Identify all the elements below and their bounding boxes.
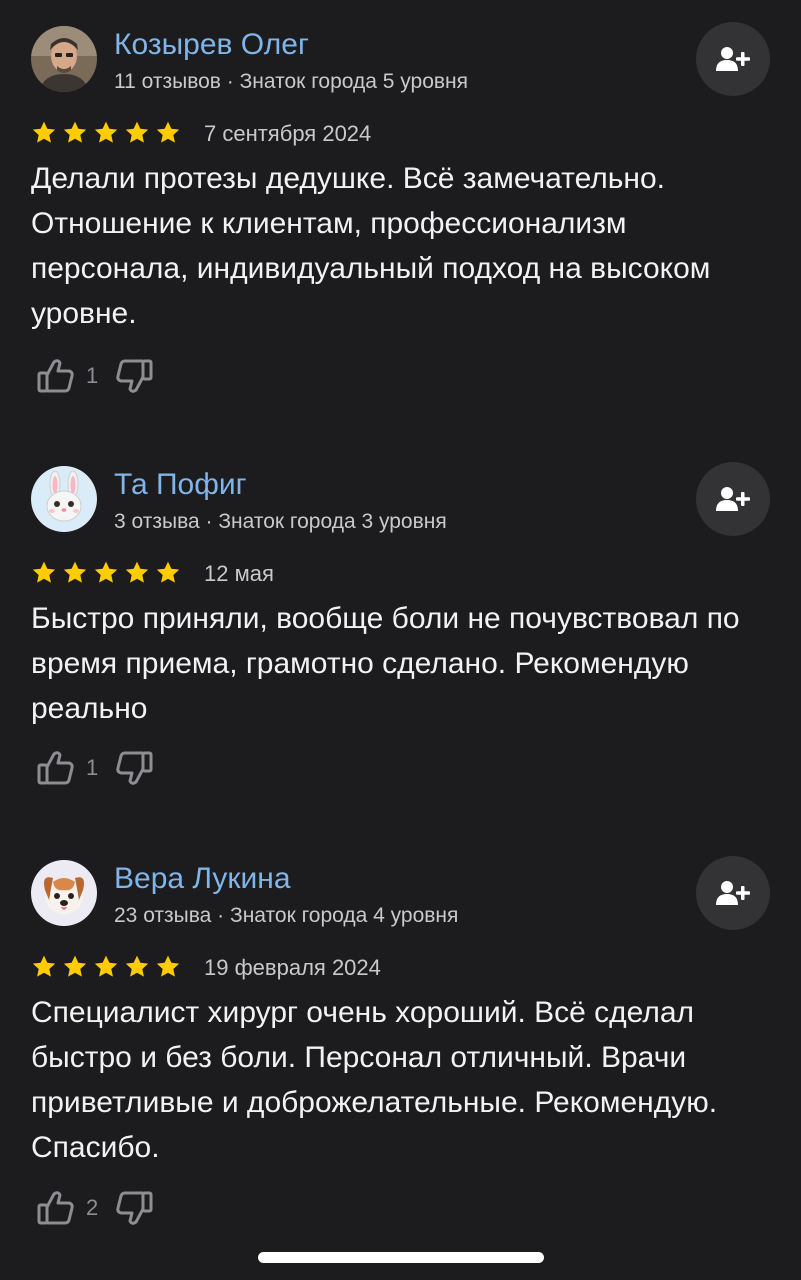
review-text: Делали протезы дедушке. Всё замечательно… — [31, 162, 711, 330]
thumbs-up-icon — [37, 1191, 74, 1225]
like-button[interactable] — [34, 354, 78, 398]
star-icon — [32, 955, 56, 977]
avatar[interactable] — [31, 26, 97, 92]
review-date: 19 февраля 2024 — [204, 955, 381, 980]
star-icon — [156, 121, 180, 143]
subscribe-button[interactable] — [696, 462, 770, 536]
subscribe-button[interactable] — [696, 856, 770, 930]
like-button[interactable] — [34, 746, 78, 790]
thumbs-up-icon — [37, 751, 74, 785]
review-date: 7 сентября 2024 — [204, 121, 372, 146]
star-icon — [94, 121, 118, 143]
review-actions: 2 — [34, 1186, 156, 1230]
home-indicator[interactable] — [258, 1252, 544, 1263]
add-user-icon — [716, 47, 750, 71]
like-count: 2 — [86, 1195, 99, 1220]
star-icon — [63, 561, 87, 583]
avatar[interactable] — [31, 466, 97, 532]
star-icon — [94, 955, 118, 977]
star-icon — [156, 955, 180, 977]
thumbs-down-icon — [116, 359, 153, 393]
author-meta: 11 отзывов · Знаток города 5 уровня — [114, 70, 468, 93]
subscribe-button[interactable] — [696, 22, 770, 96]
like-count: 1 — [86, 755, 99, 780]
author-meta: 23 отзыва · Знаток города 4 уровня — [114, 904, 459, 927]
star-icon — [125, 955, 149, 977]
review-date: 12 мая — [204, 561, 274, 586]
thumbs-up-icon — [37, 359, 74, 393]
thumbs-down-icon — [116, 1191, 153, 1225]
star-icon — [32, 561, 56, 583]
like-button[interactable] — [34, 1186, 78, 1230]
dislike-button[interactable] — [112, 1186, 156, 1230]
review-actions: 1 — [34, 354, 156, 398]
like-count: 1 — [86, 363, 99, 388]
review-text: Быстро приняли, вообще боли не почувство… — [31, 602, 740, 725]
review-text: Специалист хирург очень хороший. Всё сде… — [31, 996, 718, 1164]
rating-stars — [31, 558, 186, 588]
star-icon — [63, 121, 87, 143]
rating-stars — [31, 118, 186, 148]
thumbs-down-icon — [116, 751, 153, 785]
author-meta: 3 отзыва · Знаток города 3 уровня — [114, 510, 447, 533]
add-user-icon — [716, 487, 750, 511]
star-icon — [125, 561, 149, 583]
star-icon — [94, 561, 118, 583]
rating-stars — [31, 952, 186, 982]
star-icon — [156, 561, 180, 583]
dislike-button[interactable] — [112, 746, 156, 790]
review-actions: 1 — [34, 746, 156, 790]
author-name[interactable]: Та Пофиг — [114, 468, 247, 502]
author-name[interactable]: Вера Лукина — [114, 862, 291, 896]
star-icon — [63, 955, 87, 977]
add-user-icon — [716, 881, 750, 905]
star-icon — [32, 121, 56, 143]
avatar[interactable] — [31, 860, 97, 926]
author-name[interactable]: Козырев Олег — [114, 28, 309, 62]
dislike-button[interactable] — [112, 354, 156, 398]
star-icon — [125, 121, 149, 143]
